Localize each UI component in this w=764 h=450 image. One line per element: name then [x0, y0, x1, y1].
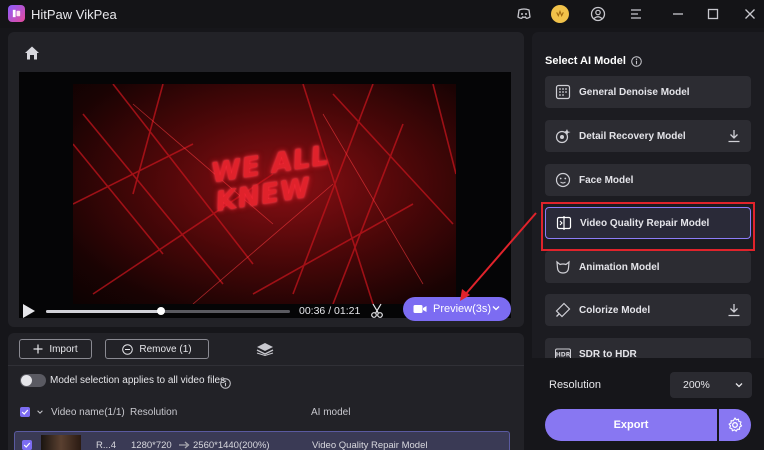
layers-icon[interactable] — [256, 342, 274, 357]
remove-button[interactable]: Remove (1) — [105, 339, 209, 359]
file-list-panel: Import Remove (1) Model selection applie… — [8, 333, 524, 450]
model-detail-recovery[interactable]: Detail Recovery Model — [545, 120, 751, 152]
model-colorize[interactable]: Colorize Model — [545, 294, 751, 326]
hdr-icon: HDR — [555, 348, 571, 359]
app-window: HitPaw VikPea WE ALL KNEW 00:36 / 01:21 … — [0, 0, 764, 450]
video-preview[interactable]: WE ALL KNEW — [19, 72, 511, 318]
download-icon[interactable] — [727, 303, 741, 317]
denoise-icon — [555, 84, 571, 100]
camera-icon — [413, 305, 427, 313]
face-icon — [555, 172, 571, 188]
resolution-select[interactable]: 200% — [670, 372, 752, 398]
progress-knob[interactable] — [156, 307, 165, 315]
video-player-panel: WE ALL KNEW 00:36 / 01:21 Preview(3s) — [8, 32, 524, 327]
info-icon[interactable] — [220, 376, 231, 389]
row-resolution-to: 2560*1440(200%) — [193, 440, 270, 450]
plus-icon — [33, 344, 43, 354]
video-thumbnail — [41, 435, 81, 450]
selection-highlight-box — [541, 202, 755, 251]
chevron-down-icon[interactable] — [36, 408, 44, 416]
column-video-name[interactable]: Video name(1/1) — [51, 407, 125, 418]
info-icon[interactable] — [631, 55, 642, 67]
row-video-name: R...4 — [96, 440, 117, 450]
ai-model-panel: Select AI Model General Denoise Model De… — [532, 32, 764, 358]
account-icon[interactable] — [588, 4, 608, 24]
minus-circle-icon — [122, 343, 134, 355]
row-resolution-from: 1280*720 — [131, 440, 172, 450]
close-icon[interactable] — [740, 4, 760, 24]
animation-icon — [556, 260, 570, 274]
minimize-icon[interactable] — [668, 4, 688, 24]
discord-icon[interactable] — [514, 4, 534, 24]
premium-coin-icon[interactable] — [550, 4, 570, 24]
divider — [8, 365, 524, 366]
progress-slider[interactable] — [46, 307, 290, 315]
chevron-down-icon[interactable] — [491, 303, 501, 313]
check-icon — [21, 409, 29, 415]
preview-label: Preview(3s) — [433, 303, 492, 315]
resolution-label: Resolution — [549, 379, 601, 391]
model-general-denoise[interactable]: General Denoise Model — [545, 76, 751, 108]
app-logo-icon — [8, 5, 25, 22]
apply-all-toggle[interactable] — [20, 374, 46, 387]
row-ai-model: Video Quality Repair Model — [312, 440, 428, 450]
progress-fill — [46, 310, 161, 313]
colorize-icon — [555, 302, 571, 318]
scissors-icon[interactable] — [370, 303, 384, 319]
gear-icon — [728, 417, 743, 432]
title-bar: HitPaw VikPea — [0, 0, 764, 28]
import-label: Import — [49, 343, 78, 355]
maximize-icon[interactable] — [703, 4, 723, 24]
import-button[interactable]: Import — [19, 339, 92, 359]
svg-text:HDR: HDR — [556, 352, 571, 359]
remove-label: Remove (1) — [139, 343, 192, 355]
table-row[interactable]: R...4 1280*720 2560*1440(200%) Video Qua… — [14, 431, 510, 450]
select-ai-model-heading: Select AI Model — [545, 55, 642, 67]
model-face[interactable]: Face Model — [545, 164, 751, 196]
detail-icon — [555, 129, 571, 144]
menu-icon[interactable] — [626, 4, 646, 24]
export-button[interactable]: Export — [545, 409, 717, 441]
model-animation[interactable]: Animation Model — [545, 251, 751, 283]
check-icon — [23, 442, 31, 448]
playback-time: 00:36 / 01:21 — [299, 305, 361, 317]
preview-button[interactable]: Preview(3s) — [403, 297, 511, 321]
app-title: HitPaw VikPea — [31, 7, 117, 22]
chevron-down-icon — [735, 383, 743, 388]
export-settings-button[interactable] — [719, 409, 751, 441]
download-icon[interactable] — [727, 129, 741, 143]
play-icon[interactable] — [22, 303, 36, 319]
home-icon[interactable] — [23, 44, 41, 62]
model-sdr-to-hdr[interactable]: HDR SDR to HDR — [545, 338, 751, 358]
select-all-checkbox[interactable] — [20, 407, 30, 417]
row-checkbox[interactable] — [22, 440, 32, 450]
column-resolution[interactable]: Resolution — [130, 407, 177, 418]
column-ai-model[interactable]: AI model — [311, 407, 350, 418]
apply-all-label: Model selection applies to all video fil… — [50, 375, 226, 386]
video-frame: WE ALL KNEW — [73, 84, 456, 304]
playback-controls: 00:36 / 01:21 Preview(3s) — [8, 297, 524, 328]
arrow-right-icon — [179, 441, 190, 449]
